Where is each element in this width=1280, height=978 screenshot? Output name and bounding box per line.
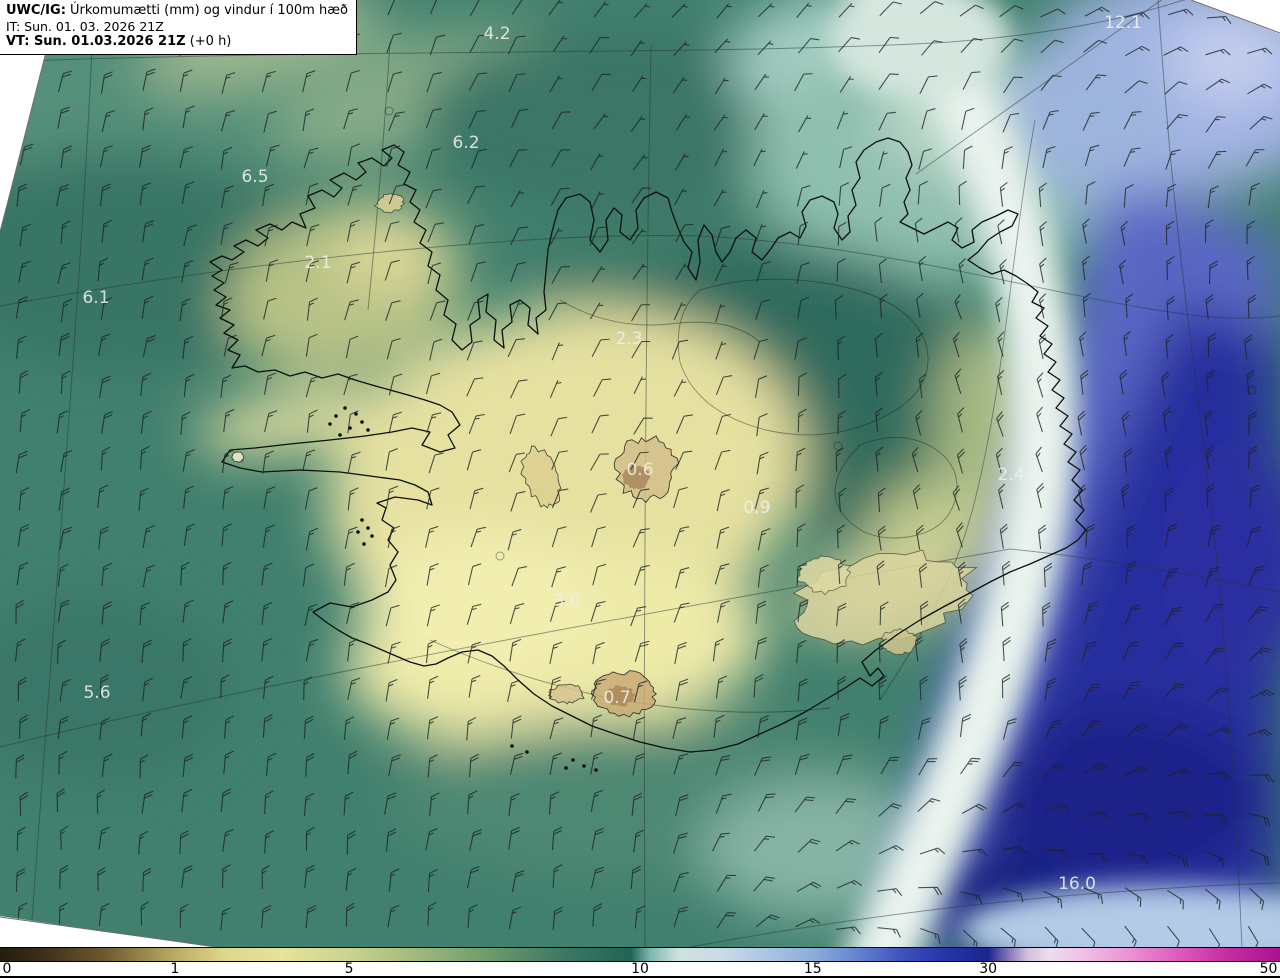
islet xyxy=(338,433,342,437)
product-title: UWC/IG: Úrkomumætti (mm) og vindur í 100… xyxy=(6,3,348,19)
precip-value-label: 3.0 xyxy=(553,591,580,611)
islet xyxy=(362,542,366,546)
product-name: Úrkomumætti (mm) og vindur í 100m hæð xyxy=(65,3,348,18)
precip-value-label: 12.1 xyxy=(1104,13,1142,33)
islet xyxy=(328,422,332,426)
islet xyxy=(360,420,364,424)
colorbar-tick-0: 0 xyxy=(2,961,12,977)
colorbar-gradient xyxy=(0,947,1280,962)
islet xyxy=(582,764,586,768)
colorbar-tick-5: 5 xyxy=(344,961,354,977)
islet xyxy=(525,750,529,754)
islet xyxy=(564,766,568,770)
precip-value-label: 16.0 xyxy=(1058,874,1096,894)
islet xyxy=(360,518,364,522)
precip-value-label: 0.9 xyxy=(743,498,770,518)
islet xyxy=(571,758,575,762)
precip-value-label: 6.5 xyxy=(241,167,268,187)
islet xyxy=(343,406,347,410)
colorbar-tick-10: 10 xyxy=(631,961,649,977)
valid-time: VT: Sun. 01.03.2026 21Z (+0 h) xyxy=(6,34,348,50)
islet xyxy=(510,744,514,748)
precip-value-label: 4.2 xyxy=(483,24,510,44)
islet xyxy=(356,530,360,534)
precip-value-label: 0.7 xyxy=(603,688,630,708)
precip-value-label: 6.2 xyxy=(452,133,479,153)
islet xyxy=(594,768,598,772)
valid-time-bold: VT: Sun. 01.03.2026 21Z xyxy=(6,34,186,49)
colorbar-tick-labels: 0 1 5 10 15 30 50 xyxy=(0,962,1280,978)
colorbar-tick-30: 30 xyxy=(979,961,998,977)
forecast-offset: (+0 h) xyxy=(185,34,232,49)
colorbar-tick-1: 1 xyxy=(170,961,180,977)
weather-map-screenshot: 4.2 12.1 6.2 6.5 2.1 6.1 2.3 0.6 2.4 0.9 3.0 5.6 0.7… xyxy=(0,0,1280,978)
precip-value-label: 2.4 xyxy=(997,465,1024,485)
map-canvas: 4.2 12.1 6.2 6.5 2.1 6.1 2.3 0.6 2.4 0.9 3.0 5.6 0.7… xyxy=(0,0,1280,947)
islet xyxy=(370,534,374,538)
precip-value-label: 6.1 xyxy=(82,288,109,308)
islet xyxy=(334,414,338,418)
islet xyxy=(366,526,370,530)
colorbar-tick-15: 15 xyxy=(803,961,822,977)
precip-value-label: 0.6 xyxy=(626,460,653,480)
precip-value-label: 5.6 xyxy=(83,683,110,703)
islet xyxy=(366,428,370,432)
precip-value-label: 2.3 xyxy=(615,329,642,349)
title-box: UWC/IG: Úrkomumætti (mm) og vindur í 100… xyxy=(0,0,357,55)
model-name: UWC/IG: xyxy=(6,3,66,18)
init-time: IT: Sun. 01. 03. 2026 21Z xyxy=(6,19,164,34)
colorbar-tick-50: 50 xyxy=(1259,961,1278,977)
precip-value-label: 2.1 xyxy=(304,253,331,273)
